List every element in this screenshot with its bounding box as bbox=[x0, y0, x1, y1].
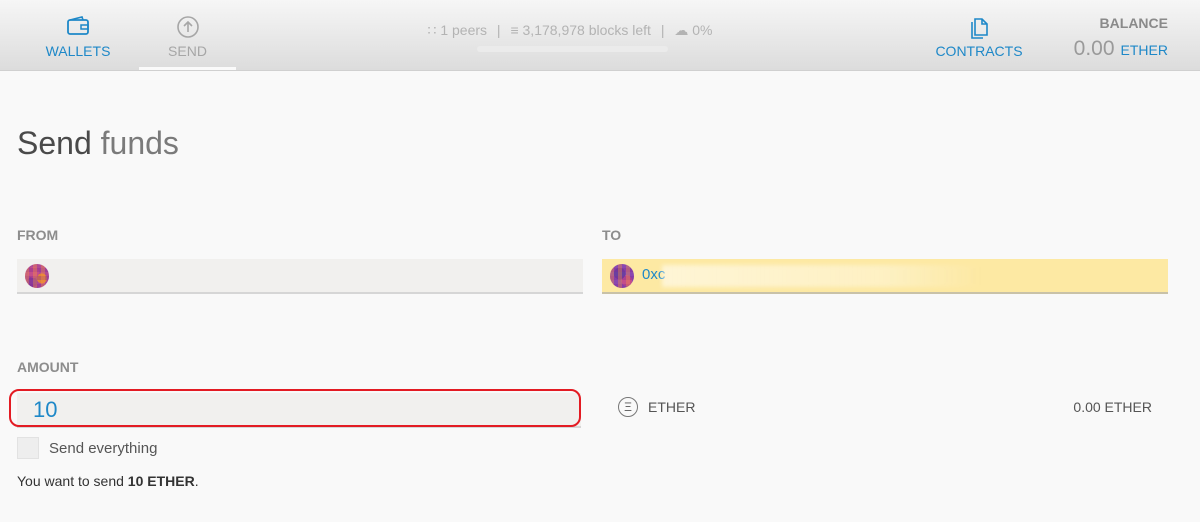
nav-contracts[interactable]: CONTRACTS bbox=[930, 0, 1028, 70]
balance-label: BALANCE bbox=[1099, 15, 1168, 31]
from-account-avatar bbox=[25, 264, 49, 288]
summary-suffix: . bbox=[194, 473, 199, 489]
balance-amount: 0.00 bbox=[1073, 37, 1115, 60]
send-everything-label: Send everything bbox=[49, 439, 158, 457]
contracts-documents-icon bbox=[967, 15, 991, 44]
redacted-address bbox=[662, 265, 982, 287]
ether-icon: Ξ bbox=[618, 397, 638, 417]
summary-prefix: You want to send bbox=[17, 473, 124, 489]
peers-icon: ∷ bbox=[427, 22, 437, 38]
send-everything-option[interactable]: Send everything bbox=[17, 437, 157, 459]
nav-send[interactable]: SEND bbox=[139, 0, 236, 70]
page-title-strong: Send bbox=[17, 125, 92, 162]
page-title: Send funds bbox=[17, 125, 179, 162]
to-address-avatar bbox=[610, 264, 634, 288]
status-divider: | bbox=[660, 22, 665, 38]
amount-input[interactable] bbox=[17, 393, 581, 426]
currency-label: ETHER bbox=[648, 399, 696, 415]
send-arrow-up-icon bbox=[176, 15, 200, 44]
active-tab-indicator bbox=[139, 67, 236, 70]
balance-unit[interactable]: ETHER bbox=[1121, 42, 1168, 58]
page-title-light: funds bbox=[100, 125, 179, 162]
from-account-select[interactable] bbox=[17, 259, 583, 294]
cloud-download-icon: ☁ bbox=[674, 22, 689, 38]
amount-field[interactable] bbox=[17, 393, 581, 428]
send-summary: You want to send 10 ETHER. bbox=[17, 473, 199, 489]
peers-count: 1 peers bbox=[440, 22, 488, 38]
header-balance: 0.00 ETHER bbox=[1074, 37, 1168, 61]
available-balance: 0.00 ETHER bbox=[1073, 399, 1152, 415]
to-label: TO bbox=[602, 227, 622, 243]
blocks-icon: ≡ bbox=[510, 22, 519, 38]
nav-wallets-label: WALLETS bbox=[45, 43, 111, 59]
status-divider: | bbox=[496, 22, 501, 38]
from-label: FROM bbox=[17, 227, 59, 243]
summary-amount: 10 ETHER bbox=[127, 473, 195, 489]
nav-wallets[interactable]: WALLETS bbox=[30, 0, 126, 70]
sync-percent: 0% bbox=[692, 22, 713, 38]
blocks-left: 3,178,978 blocks left bbox=[522, 22, 651, 38]
to-address-input[interactable]: 0xc bbox=[602, 259, 1168, 294]
send-everything-checkbox[interactable] bbox=[17, 437, 39, 459]
nav-contracts-label: CONTRACTS bbox=[935, 43, 1023, 59]
sync-progress-bar bbox=[477, 46, 668, 52]
top-navigation-bar: WALLETS SEND ∷ 1 peers | ≡ 3,178,978 blo… bbox=[0, 0, 1200, 71]
sync-status: ∷ 1 peers | ≡ 3,178,978 blocks left | ☁ … bbox=[420, 22, 720, 39]
wallet-icon bbox=[66, 15, 90, 42]
nav-send-label: SEND bbox=[168, 43, 207, 59]
amount-label: AMOUNT bbox=[17, 359, 79, 375]
currency-selector[interactable]: Ξ ETHER bbox=[618, 397, 695, 417]
